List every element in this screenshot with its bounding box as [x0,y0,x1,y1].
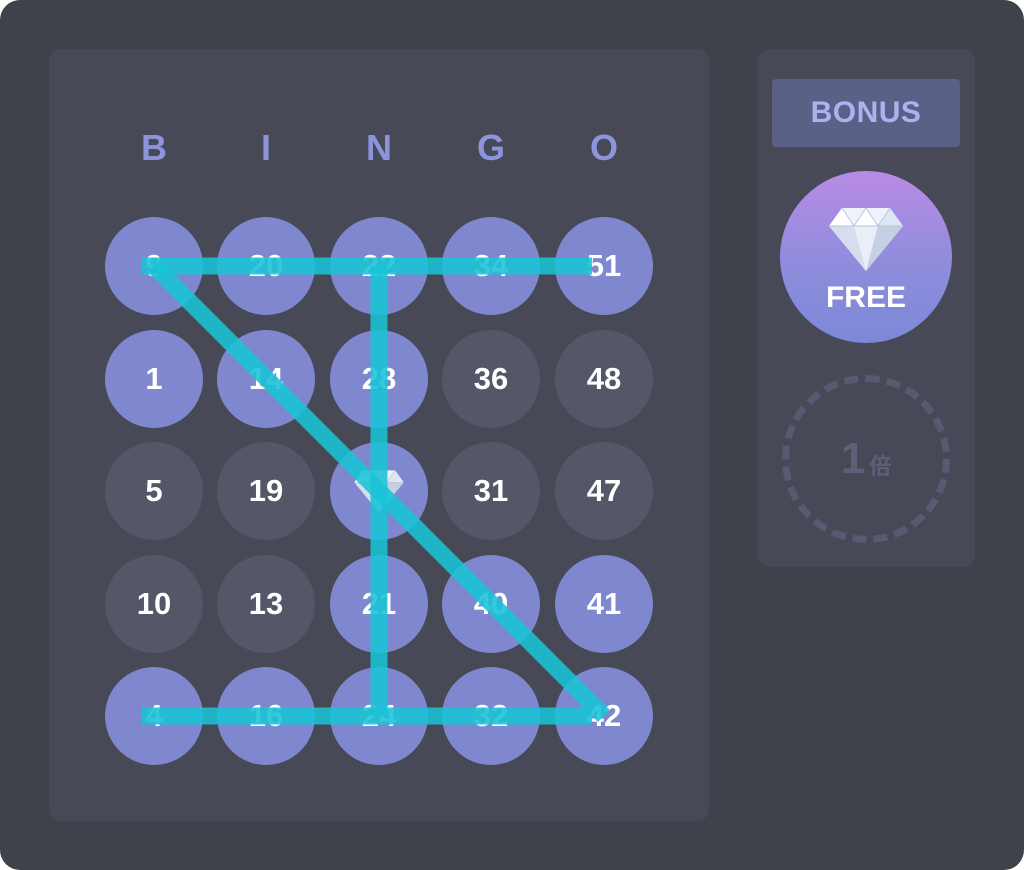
header-letter-n: N [366,127,392,168]
bingo-cell[interactable]: 32 [442,667,540,765]
bingo-cell[interactable]: 31 [442,442,540,540]
bingo-cell[interactable]: 42 [555,667,653,765]
bingo-cell-free-center[interactable] [330,442,428,540]
header-letter-b: B [141,127,167,168]
bingo-cell[interactable]: 14 [217,330,315,428]
bingo-cell[interactable]: 34 [442,217,540,315]
bingo-cell[interactable]: 28 [330,330,428,428]
bingo-cell[interactable]: 10 [105,555,203,653]
header-letter-o: O [589,127,618,168]
bingo-cell[interactable]: 24 [330,667,428,765]
header-letter-g: G [476,127,505,168]
multiplier-unit: 倍 [869,454,892,479]
header-letter-i: I [260,127,271,168]
bingo-cell[interactable]: 48 [555,330,653,428]
free-label: FREE [825,281,906,314]
bingo-cell[interactable]: 13 [217,555,315,653]
bingo-cell[interactable]: 16 [217,667,315,765]
bingo-cell[interactable]: 9 [105,217,203,315]
game-frame: BONUS FREE 1 倍 B I N G O 9 20 22 34 51 1 14 28 36 48 5 1… [0,0,1024,870]
bingo-cell[interactable]: 20 [217,217,315,315]
diamond-icon [829,207,903,271]
multiplier-text: 1 倍 [789,382,943,536]
bingo-cell[interactable]: 36 [442,330,540,428]
free-spin-badge[interactable]: FREE [780,171,952,343]
multiplier-value: 1 [840,434,866,483]
bonus-button[interactable]: BONUS [772,79,960,147]
bingo-cell[interactable]: 1 [105,330,203,428]
diamond-icon [354,469,404,513]
bingo-cell[interactable]: 4 [105,667,203,765]
bingo-cell[interactable]: 22 [330,217,428,315]
bingo-cell[interactable]: 41 [555,555,653,653]
bingo-cell[interactable]: 47 [555,442,653,540]
bingo-cell[interactable]: 5 [105,442,203,540]
bingo-cell[interactable]: 21 [330,555,428,653]
multiplier-indicator: 1 倍 [782,375,950,543]
bingo-cell[interactable]: 40 [442,555,540,653]
bingo-cell[interactable]: 19 [217,442,315,540]
bingo-cell[interactable]: 51 [555,217,653,315]
